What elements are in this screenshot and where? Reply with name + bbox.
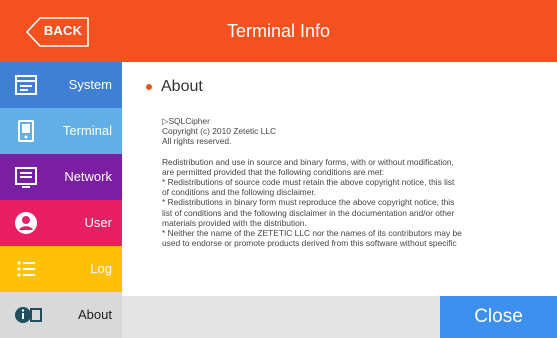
back-button[interactable]: BACK: [26, 17, 90, 47]
close-button[interactable]: Close: [440, 296, 557, 338]
text-line: All rights reserved.: [162, 136, 232, 147]
sidebar-item-log[interactable]: Log: [0, 246, 122, 292]
network-icon: [15, 167, 37, 188]
section-title: About: [161, 78, 203, 95]
user-icon: [15, 212, 37, 234]
section-header: About: [146, 78, 203, 96]
sidebar-item-label: Network: [64, 169, 112, 184]
text-line: are permitted provided that the followin…: [162, 166, 385, 177]
text-line: * Redistributions of source code must re…: [162, 177, 455, 188]
license-text: ▷SQLCipher Copyright (c) 2010 Zetetic LL…: [162, 116, 550, 258]
text-line: list of conditions and the following dis…: [162, 207, 455, 218]
back-button-label: BACK: [43, 23, 83, 38]
sidebar-item-label: User: [84, 215, 112, 230]
text-line: ▷SQLCipher: [162, 116, 210, 126]
intro-block: ▷SQLCipher Copyright (c) 2010 Zetetic LL…: [162, 116, 550, 147]
sidebar-item-label: Terminal: [62, 123, 112, 138]
terminal-icon: [18, 120, 34, 142]
sidebar-item-about[interactable]: About: [0, 292, 122, 338]
sidebar-item-label: Log: [90, 261, 112, 276]
text-line: of conditions and the following disclaim…: [162, 187, 317, 198]
sidebar-item-network[interactable]: Network: [0, 154, 122, 200]
license-block: Redistribution and use in source and bin…: [162, 157, 550, 249]
sidebar-item-system[interactable]: System: [0, 62, 122, 108]
text-line: Copyright (c) 2010 Zetetic LLC: [162, 126, 277, 137]
text-line: materials provided with the distribution…: [162, 217, 307, 228]
bullet-dot-icon: [146, 84, 152, 90]
text-line: used to endorse or promote products deri…: [162, 238, 457, 249]
sidebar-item-terminal[interactable]: Terminal: [0, 108, 122, 154]
about-content-panel[interactable]: About ▷SQLCipher Copyright (c) 2010 Zete…: [122, 62, 557, 296]
info-icon: [15, 307, 42, 323]
sidebar: System Terminal Network User Log About: [0, 62, 122, 338]
log-list-icon: [17, 261, 35, 277]
page-title: Terminal Info: [226, 20, 331, 41]
sidebar-item-user[interactable]: User: [0, 200, 122, 246]
sidebar-item-label: About: [78, 307, 112, 322]
text-line: Redistribution and use in source and bin…: [162, 156, 454, 167]
title-bar: BACK Terminal Info: [0, 0, 557, 62]
sidebar-item-label: System: [68, 77, 112, 92]
system-panel-icon: [15, 75, 37, 95]
text-line: * Neither the name of the ZETETIC LLC no…: [162, 228, 462, 239]
text-line: * Redistributions in binary form must re…: [162, 197, 455, 208]
footer-bar: Close: [122, 296, 557, 338]
